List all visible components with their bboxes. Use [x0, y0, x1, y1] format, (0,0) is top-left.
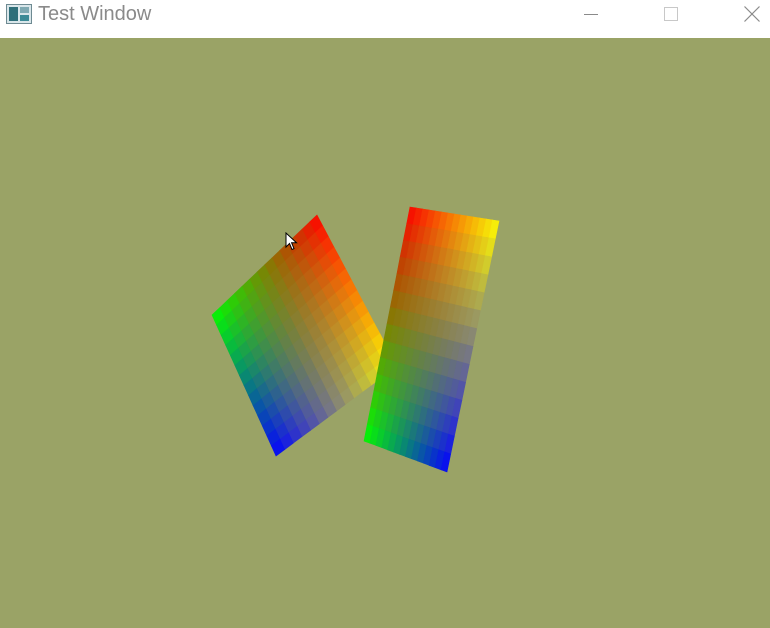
close-icon — [744, 6, 760, 22]
close-button[interactable] — [729, 0, 770, 28]
window-title: Test Window — [38, 3, 152, 25]
render-viewport[interactable] — [0, 38, 770, 628]
maximize-button[interactable] — [648, 0, 694, 28]
minimize-icon — [584, 14, 598, 15]
scene-canvas — [0, 38, 770, 628]
maximize-icon — [664, 7, 678, 21]
minimize-button[interactable] — [568, 0, 614, 28]
app-icon — [6, 4, 32, 24]
title-bar[interactable]: Test Window — [0, 0, 770, 38]
test-window: Test Window — [0, 0, 770, 628]
